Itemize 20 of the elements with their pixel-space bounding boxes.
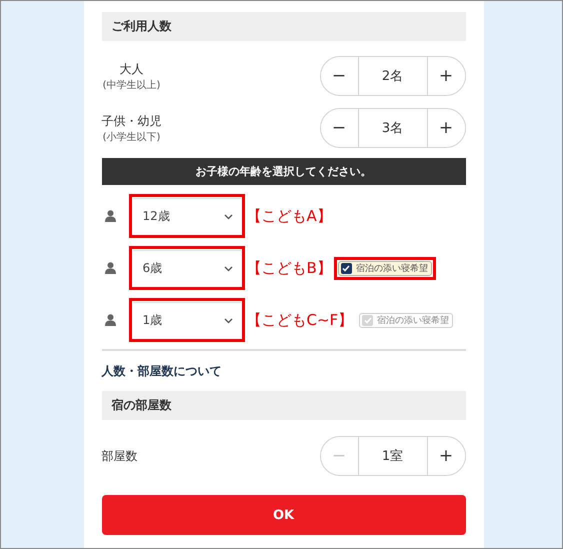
counter-sublabel: (中学生以上) [102,78,160,92]
section-header: 宿の部屋数 [102,391,466,420]
counter-sublabel: (小学生以下) [102,130,160,144]
child-age-banner: お子様の年齢を選択してください。 [102,158,466,185]
section-header: ご利用人数 [102,12,466,41]
chevron-icon [224,318,232,324]
person-icon [104,262,116,274]
annotation-label: 【こどもB】 [246,258,332,278]
ok-button[interactable]: OK [102,495,466,535]
co-sleeping-checkbox[interactable]: 宿泊の添い寝希望 [338,260,432,276]
about-link[interactable]: 人数・部屋数について [102,363,466,380]
annotation-label: 【こどもA】 [246,206,332,226]
chevron-icon [224,266,232,272]
person-icon [104,314,116,326]
chevron-icon [224,214,232,220]
counter-label: 子供・幼児 [102,112,162,130]
counter-label: 部屋数 [102,448,138,464]
counter-label: 大人 [120,60,144,78]
annotation-label: 【こどもC~F】 [246,310,354,330]
person-icon [104,210,116,222]
